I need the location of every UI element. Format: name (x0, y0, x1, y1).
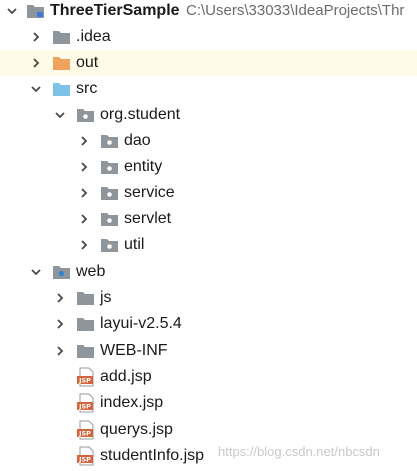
tree-item-label: .idea (76, 28, 111, 45)
chevron-right-icon[interactable] (30, 24, 42, 50)
tree-item[interactable]: src (0, 76, 417, 102)
tree-item-label: layui-v2.5.4 (100, 315, 182, 332)
tree-item[interactable]: js (0, 285, 417, 311)
project-name: ThreeTierSample (50, 2, 180, 19)
chevron-right-icon[interactable] (78, 232, 90, 258)
svg-text:JSP: JSP (78, 430, 91, 438)
folder-icon (52, 24, 72, 50)
svg-text:JSP: JSP (78, 403, 91, 411)
project-root-row[interactable]: ThreeTierSample C:\Users\33033\IdeaProje… (0, 0, 417, 24)
tree-item-label: entity (124, 158, 163, 175)
package-icon (100, 128, 120, 154)
folder-icon (76, 285, 96, 311)
tree-item-label: service (124, 184, 175, 201)
tree-item-label: out (76, 54, 99, 71)
tree-item[interactable]: layui-v2.5.4 (0, 311, 417, 337)
watermark: https://blog.csdn.net/nbcsdn (218, 444, 380, 459)
package-icon (100, 232, 120, 258)
tree-item[interactable]: JSP querys.jsp (0, 417, 417, 443)
tree-item[interactable]: org.student (0, 102, 417, 128)
chevron-right-icon[interactable] (78, 206, 90, 232)
package-icon (100, 180, 120, 206)
module-folder-icon (26, 0, 46, 24)
tree-item-label: src (76, 80, 98, 97)
tree-item[interactable]: dao (0, 128, 417, 154)
tree-item-label: js (100, 289, 112, 306)
chevron-right-icon[interactable] (78, 128, 90, 154)
tree-item-label: querys.jsp (100, 421, 173, 438)
tree-item[interactable]: WEB-INF (0, 338, 417, 364)
chevron-down-icon[interactable] (30, 259, 42, 285)
chevron-right-icon[interactable] (54, 338, 66, 364)
tree-item-label: org.student (100, 106, 181, 123)
tree-item[interactable]: entity (0, 154, 417, 180)
tree-item-label: studentInfo.jsp (100, 447, 205, 464)
tree-item-label: dao (124, 132, 151, 149)
tree-item[interactable]: service (0, 180, 417, 206)
excluded-folder-icon (52, 50, 72, 76)
jsp-file-icon: JSP (76, 443, 96, 469)
chevron-down-icon[interactable] (54, 102, 66, 128)
chevron-right-icon[interactable] (30, 50, 42, 76)
package-icon (100, 154, 120, 180)
tree-item[interactable]: JSP add.jsp (0, 364, 417, 390)
tree-item[interactable]: out (0, 50, 417, 76)
chevron-right-icon[interactable] (78, 180, 90, 206)
svg-text:JSP: JSP (78, 377, 91, 385)
tree-item-label: add.jsp (100, 368, 152, 385)
svg-text:JSP: JSP (78, 456, 91, 464)
chevron-right-icon[interactable] (78, 154, 90, 180)
tree-item-label: web (76, 263, 106, 280)
package-icon (76, 102, 96, 128)
folder-icon (76, 338, 96, 364)
package-icon (100, 206, 120, 232)
web-folder-icon (52, 259, 72, 285)
chevron-right-icon[interactable] (54, 285, 66, 311)
folder-icon (76, 311, 96, 337)
tree-item[interactable]: .idea (0, 24, 417, 50)
chevron-down-icon[interactable] (6, 0, 18, 24)
jsp-file-icon: JSP (76, 364, 96, 390)
project-path: C:\Users\33033\IdeaProjects\Thr (186, 2, 405, 19)
tree-item[interactable]: JSP index.jsp (0, 390, 417, 416)
tree-item[interactable]: web (0, 259, 417, 285)
tree-item-label: servlet (124, 210, 172, 227)
tree-item[interactable]: util (0, 232, 417, 258)
jsp-file-icon: JSP (76, 417, 96, 443)
tree-item-label: WEB-INF (100, 342, 168, 359)
chevron-down-icon[interactable] (30, 76, 42, 102)
source-folder-icon (52, 76, 72, 102)
chevron-right-icon[interactable] (54, 311, 66, 337)
tree-item-label: index.jsp (100, 394, 164, 411)
jsp-file-icon: JSP (76, 390, 96, 416)
tree-item-label: util (124, 236, 145, 253)
tree-item[interactable]: servlet (0, 206, 417, 232)
